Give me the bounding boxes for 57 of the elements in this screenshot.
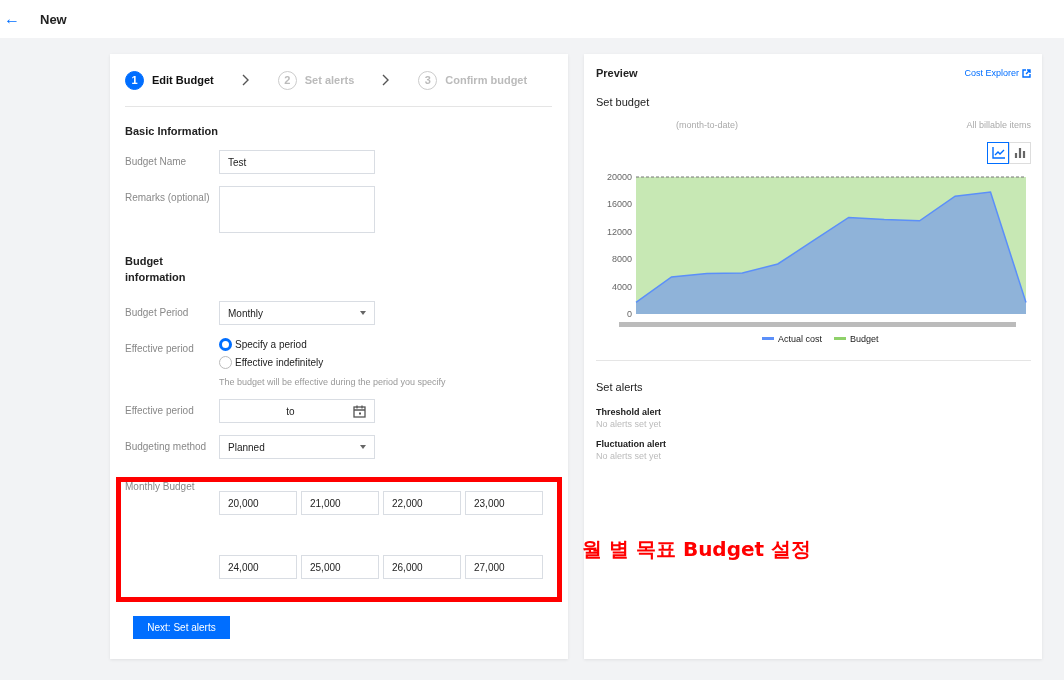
annotation-text: 월 별 목표 Budget 설정 bbox=[582, 536, 812, 563]
section-title: Basic Information bbox=[125, 125, 219, 137]
monthly-budget-field[interactable]: 20,000 bbox=[219, 491, 297, 515]
monthly-budget-field[interactable]: 21,000 bbox=[301, 491, 379, 515]
next-button[interactable]: Next: Set alerts bbox=[133, 616, 230, 639]
budgeting-method-dropdown[interactable]: Planned bbox=[219, 435, 375, 459]
field-label: Budget Period bbox=[125, 306, 190, 320]
note-text: All billable items bbox=[966, 120, 1031, 130]
step-tab[interactable]: 1 Edit Budget bbox=[125, 70, 214, 90]
field-label: Budgeting method bbox=[125, 440, 208, 454]
monthly-budget-field[interactable]: 25,000 bbox=[301, 555, 379, 579]
back-button[interactable]: ← bbox=[4, 10, 20, 28]
field-label: Effective period bbox=[125, 342, 195, 356]
line-chart-toggle[interactable] bbox=[987, 142, 1009, 164]
budget-name-field[interactable]: Test bbox=[219, 150, 375, 174]
monthly-budget-field[interactable]: 26,000 bbox=[383, 555, 461, 579]
subsection-title: Set alerts bbox=[596, 381, 644, 393]
field-label: Monthly Budget bbox=[125, 481, 196, 494]
field-label: Remarks (optional) bbox=[125, 191, 211, 205]
radio-option[interactable]: Specify a period bbox=[219, 338, 446, 351]
monthly-budget-field[interactable]: 22,000 bbox=[383, 491, 461, 515]
field-label: Effective period bbox=[125, 404, 195, 418]
axis-tick: 0 bbox=[627, 309, 632, 319]
date-range-field[interactable]: to bbox=[219, 399, 375, 423]
chevron-icon bbox=[241, 74, 250, 86]
line-chart-icon bbox=[991, 147, 1005, 159]
axis-tick: 16000 bbox=[606, 199, 632, 210]
alert-title: Threshold alert bbox=[596, 407, 662, 417]
axis-tick: 20000 bbox=[606, 172, 632, 182]
page-title: New bbox=[40, 11, 67, 27]
field-label: Budget Name bbox=[125, 155, 188, 169]
chevron-icon bbox=[382, 74, 391, 86]
alert-status: No alerts set yet bbox=[596, 419, 663, 429]
budget-period-dropdown[interactable]: Monthly bbox=[219, 301, 375, 325]
calendar-icon bbox=[353, 404, 366, 418]
external-link-icon bbox=[1022, 68, 1031, 78]
legend-label: Budget bbox=[850, 334, 879, 344]
alert-title: Fluctuation alert bbox=[596, 439, 667, 449]
scrollbar[interactable] bbox=[619, 322, 1016, 327]
axis-tick: 4000 bbox=[611, 281, 632, 292]
monthly-budget-field[interactable]: 24,000 bbox=[219, 555, 297, 579]
remarks-field[interactable] bbox=[219, 186, 375, 233]
alert-status: No alerts set yet bbox=[596, 451, 663, 461]
monthly-budget-field[interactable]: 23,000 bbox=[465, 491, 543, 515]
section-title: Budget information bbox=[125, 254, 187, 285]
bar-chart-icon bbox=[1013, 147, 1027, 159]
monthly-budget-field[interactable]: 27,000 bbox=[465, 555, 543, 579]
axis-tick: 12000 bbox=[606, 226, 632, 237]
legend-label: Actual cost bbox=[778, 334, 823, 344]
radio-option[interactable]: Effective indefinitely bbox=[219, 356, 446, 369]
subsection-title: Set budget bbox=[596, 96, 651, 108]
panel-title: Preview bbox=[596, 67, 638, 79]
note-text: (month-to-date) bbox=[676, 120, 739, 130]
bar-chart-toggle[interactable] bbox=[1009, 142, 1031, 164]
cost-explorer-link[interactable]: Cost Explorer bbox=[964, 68, 1031, 78]
hint-text: The budget will be effective during the period you specify bbox=[219, 377, 446, 387]
axis-tick: 8000 bbox=[611, 254, 632, 265]
